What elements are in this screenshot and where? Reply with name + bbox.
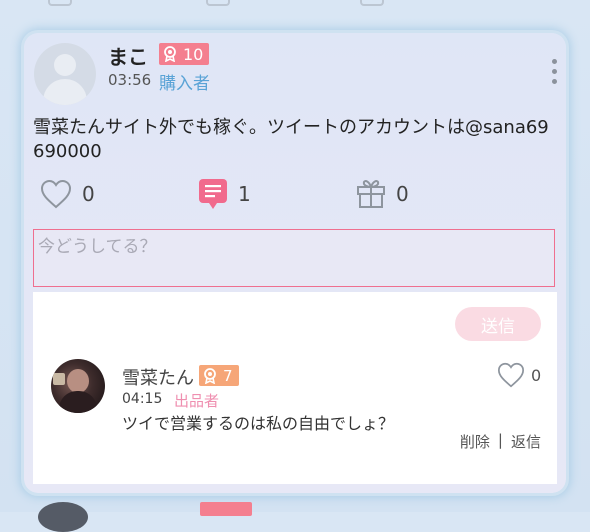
buyer-role-label: 購入者 [159, 74, 210, 94]
next-post-peek [0, 494, 590, 532]
send-button[interactable]: 送信 [455, 307, 541, 341]
heart-outline-icon [497, 362, 525, 388]
comment-input[interactable] [33, 229, 555, 287]
reply-time: 04:15 [122, 391, 163, 407]
post-time: 03:56 [108, 71, 152, 89]
previous-post-actions-peek [0, 0, 590, 12]
more-vertical-icon [552, 59, 558, 84]
more-menu-button[interactable] [552, 59, 558, 89]
reply-like-button[interactable]: 0 [497, 362, 541, 388]
next-post-avatar [38, 502, 88, 532]
gift-count: 0 [396, 182, 409, 206]
reply-text: ツイで営業するのは私の自由でしょ？ [122, 414, 395, 433]
avatar[interactable] [34, 43, 96, 105]
reply-actions: 削除 | 返信 [460, 431, 541, 452]
post-card: まこ 10 03:56 購入者 雪菜たんサイト外でも稼ぐ。ツイートのアカウントは… [24, 33, 566, 493]
heart-outline-icon [40, 179, 72, 209]
gift-icon [357, 180, 385, 208]
comment-bubble-icon [199, 179, 227, 209]
like-button[interactable]: 0 [40, 179, 95, 209]
reply-like-count: 0 [531, 365, 542, 385]
post-username[interactable]: まこ [108, 41, 148, 70]
post-body-text: 雪菜たんサイト外でも稼ぐ。ツイートのアカウントは@sana69690000 [33, 117, 549, 162]
reply-level-number: 7 [223, 366, 233, 385]
comment-button[interactable]: 1 [198, 177, 251, 211]
reply-link[interactable]: 返信 [511, 431, 541, 452]
medal-icon [204, 367, 216, 384]
reply-username[interactable]: 雪菜たん [122, 364, 194, 390]
next-post-badge [200, 502, 252, 516]
medal-icon [164, 46, 176, 62]
delete-link[interactable]: 削除 [460, 431, 490, 452]
reply-level-badge: 7 [199, 365, 239, 386]
seller-role-label: 出品者 [174, 392, 220, 410]
comment-count: 1 [238, 182, 251, 206]
reply-avatar[interactable] [51, 359, 105, 413]
like-count: 0 [82, 182, 95, 206]
level-number: 10 [183, 44, 204, 64]
post-actions-bar: 0 1 0 [24, 177, 566, 217]
separator: | [497, 431, 503, 449]
level-badge: 10 [159, 43, 210, 65]
gift-button[interactable]: 0 [356, 179, 409, 209]
